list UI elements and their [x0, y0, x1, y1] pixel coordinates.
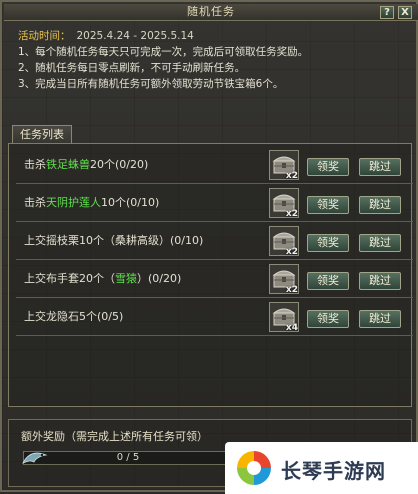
- skip-task-button[interactable]: 跳过: [359, 234, 401, 252]
- close-button[interactable]: X: [398, 6, 412, 19]
- reward-count: x2: [285, 285, 298, 295]
- claim-reward-button[interactable]: 领奖: [307, 310, 349, 328]
- task-row: 上交摇枝栗10个（桑耕高级）(0/10) x2 领奖 跳过: [16, 222, 413, 260]
- rule-line: 2、随机任务每日零点刷新，不可手动刷新任务。: [18, 62, 246, 74]
- task-text-prefix: 上交摇枝栗10个（桑耕高级）(0/10): [24, 234, 204, 247]
- task-target-name: 天阴护莲人: [46, 196, 101, 209]
- task-text-suffix: 10个(0/10): [101, 196, 160, 209]
- task-text-prefix: 上交龙隐石5个(0/5): [24, 310, 124, 323]
- reward-chest-slot[interactable]: x2: [269, 188, 299, 219]
- task-text-prefix: 上交布手套20个（: [24, 272, 115, 285]
- watermark-text: 长琴手游网: [281, 459, 386, 483]
- task-text-suffix: 20个(0/20): [90, 158, 149, 171]
- skip-task-button[interactable]: 跳过: [359, 272, 401, 290]
- claim-reward-button[interactable]: 领奖: [307, 272, 349, 290]
- task-row: 击杀铁足蛛兽20个(0/20) x2 领奖 跳过: [16, 146, 413, 184]
- event-time-label: 活动时间：: [18, 30, 71, 42]
- reward-chest-slot[interactable]: x2: [269, 226, 299, 257]
- task-row: 击杀天阴护莲人10个(0/10) x2 领奖 跳过: [16, 184, 413, 222]
- reward-chest-slot[interactable]: x4: [269, 302, 299, 333]
- task-target-name: 雪猿: [115, 272, 137, 285]
- task-row: 上交龙隐石5个(0/5) x4 领奖 跳过: [16, 298, 413, 336]
- task-window: 随机任务 ? X 活动时间： 2025.4.24 - 2025.5.14 1、每个…: [0, 0, 418, 494]
- claim-reward-button[interactable]: 领奖: [307, 196, 349, 214]
- task-description: 击杀天阴护莲人10个(0/10): [24, 194, 159, 210]
- window-title: 随机任务: [187, 5, 235, 18]
- task-description: 上交摇枝栗10个（桑耕高级）(0/10): [24, 232, 203, 248]
- claim-reward-button[interactable]: 领奖: [307, 234, 349, 252]
- task-target-name: 铁足蛛兽: [46, 158, 90, 171]
- task-description: 上交龙隐石5个(0/5): [24, 308, 123, 324]
- watermark-logo-icon: [237, 451, 271, 485]
- watermark: 长琴手游网: [225, 442, 418, 494]
- event-time: 活动时间： 2025.4.24 - 2025.5.14: [18, 28, 408, 44]
- rule-line: 1、每个随机任务每天只可完成一次，完成后可领取任务奖励。: [18, 46, 309, 58]
- task-text-prefix: 击杀: [24, 196, 46, 209]
- bonus-progress-bar: 0 / 5: [22, 451, 233, 465]
- task-text-suffix: ）(0/20): [137, 272, 182, 285]
- task-description: 击杀铁足蛛兽20个(0/20): [24, 156, 148, 172]
- bonus-progress-text: 0 / 5: [116, 452, 140, 463]
- reward-count: x4: [285, 323, 298, 333]
- reward-count: x2: [285, 209, 298, 219]
- dragon-icon: [22, 452, 48, 464]
- event-time-range: 2025.4.24 - 2025.5.14: [76, 30, 194, 42]
- task-text-prefix: 击杀: [24, 158, 46, 171]
- help-button[interactable]: ?: [380, 6, 394, 19]
- skip-task-button[interactable]: 跳过: [359, 196, 401, 214]
- skip-task-button[interactable]: 跳过: [359, 310, 401, 328]
- task-row: 上交布手套20个（雪猿）(0/20) x2 领奖 跳过: [16, 260, 413, 298]
- event-info: 活动时间： 2025.4.24 - 2025.5.14 1、每个随机任务每天只可完…: [18, 28, 408, 92]
- task-list: 击杀铁足蛛兽20个(0/20) x2 领奖 跳过 击杀天阴护莲人10个(0/10) x2 领…: [8, 143, 413, 407]
- reward-count: x2: [285, 171, 298, 181]
- skip-task-button[interactable]: 跳过: [359, 158, 401, 176]
- bonus-title: 额外奖励（需完成上述所有任务可领）: [21, 430, 208, 443]
- rule-line: 3、完成当日所有随机任务可额外领取劳动节铁宝箱6个。: [18, 78, 284, 90]
- reward-chest-slot[interactable]: x2: [269, 150, 299, 181]
- reward-count: x2: [285, 247, 298, 257]
- title-bar[interactable]: 随机任务 ? X: [4, 4, 418, 21]
- tab-task-list[interactable]: 任务列表: [12, 125, 72, 144]
- task-description: 上交布手套20个（雪猿）(0/20): [24, 270, 181, 286]
- claim-reward-button[interactable]: 领奖: [307, 158, 349, 176]
- reward-chest-slot[interactable]: x2: [269, 264, 299, 295]
